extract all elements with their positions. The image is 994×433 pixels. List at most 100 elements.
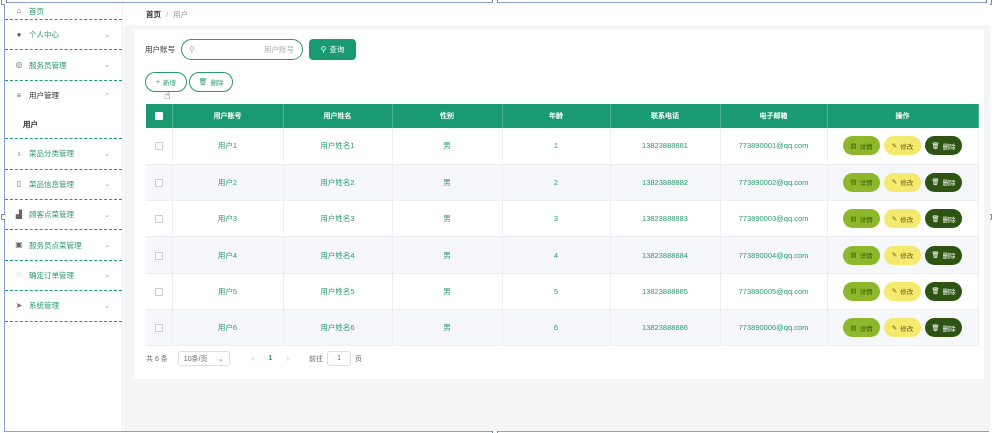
action-row: + 新增 🗑 删除 — [145, 72, 235, 92]
cell-age: 1 — [502, 128, 611, 165]
trash-icon: 🗑 — [931, 215, 940, 223]
detail-button[interactable]: ▤ 详情 — [843, 172, 880, 192]
column-header[interactable]: 用户账号 — [172, 104, 284, 128]
sidebar-item-user-management[interactable]: ≡ 用户管理 ⌃ — [5, 81, 122, 111]
edit-button[interactable]: ✎ 修改 — [884, 245, 921, 265]
sidebar-item-label: 顾客点菜管理 — [29, 210, 74, 220]
trash-icon: 🗑 — [931, 324, 940, 332]
row-delete-button[interactable]: 🗑 删除 — [925, 172, 962, 192]
breadcrumb-home[interactable]: 首页 — [146, 9, 161, 20]
chevron-down-icon: ⌄ — [104, 302, 110, 310]
column-header[interactable]: 年龄 — [502, 104, 611, 128]
sidebar-item-label: 系统管理 — [29, 301, 59, 311]
search-input[interactable] — [182, 40, 302, 59]
row-delete-button[interactable]: 🗑 删除 — [925, 318, 962, 338]
goto-page-input[interactable]: 1 — [327, 351, 352, 366]
query-button-label: 查询 — [329, 45, 345, 54]
cell-age: 6 — [502, 309, 611, 347]
document-icon: ▤ — [850, 215, 857, 223]
row-delete-button[interactable]: 🗑 删除 — [925, 136, 962, 156]
edit-button[interactable]: ✎ 修改 — [884, 172, 921, 192]
page-size-select[interactable]: 10条/页 ⌄ — [177, 351, 230, 366]
sidebar-item-dish-info-management[interactable]: ▯ 菜品信息管理 ⌄ — [5, 170, 122, 200]
prev-page-icon[interactable]: ‹ — [252, 354, 255, 363]
delete-button[interactable]: 🗑 删除 — [189, 72, 233, 92]
cell-email: 773890002@qq.com — [720, 164, 828, 202]
search-icon: ⚲ — [189, 45, 195, 54]
sidebar-item-label: 个人中心 — [29, 30, 59, 40]
mic-icon: ♁ — [16, 148, 22, 158]
cell-account: 用户4 — [172, 236, 284, 274]
column-header[interactable]: 联系电话 — [610, 104, 721, 128]
cell-phone: 13823888882 — [610, 164, 721, 202]
sidebar-item-waiter-order-management[interactable]: ▣ 服务员点菜管理 ⌄ — [5, 230, 122, 261]
sidebar-subitem-user[interactable]: 用户 — [5, 111, 122, 140]
hand-cursor-icon: ☝ — [164, 90, 171, 102]
detail-button[interactable]: ▤ 详情 — [843, 209, 880, 229]
detail-button[interactable]: ▤ 详情 — [843, 281, 880, 301]
row-checkbox[interactable] — [154, 178, 163, 187]
cell-email: 773890005@qq.com — [720, 273, 828, 310]
add-button-label: 新增 — [163, 80, 177, 87]
sidebar-item-label: 确定订单管理 — [29, 270, 74, 280]
edit-button[interactable]: ✎ 修改 — [884, 318, 921, 338]
document-icon: ▤ — [850, 324, 857, 332]
cell-phone: 13823888886 — [610, 309, 721, 347]
sidebar-item-waiter-management[interactable]: ◎ 服务员管理 ⌄ — [5, 50, 122, 81]
row-checkbox[interactable] — [154, 324, 163, 333]
chevron-down-icon: ⌄ — [104, 242, 110, 250]
cell-age: 4 — [502, 236, 611, 274]
sidebar-item-label: 服务员管理 — [29, 60, 67, 70]
select-all-checkbox-cell[interactable] — [146, 104, 173, 128]
column-header[interactable]: 性别 — [392, 104, 503, 128]
pencil-icon: ✎ — [891, 288, 898, 296]
cell-phone: 13823888885 — [610, 273, 721, 310]
sidebar-item-confirm-order-management[interactable]: ◌ 确定订单管理 ⌄ — [5, 261, 122, 292]
sidebar-item-dish-category-management[interactable]: ♁ 菜品分类管理 ⌄ — [5, 139, 122, 170]
sidebar-item-personal-center[interactable]: ● 个人中心 ⌄ — [5, 20, 122, 51]
row-delete-button[interactable]: 🗑 删除 — [925, 209, 962, 229]
edit-button[interactable]: ✎ 修改 — [884, 209, 921, 229]
breadcrumb: 首页 / 用户 — [124, 3, 990, 25]
column-header[interactable]: 电子邮箱 — [720, 104, 828, 128]
cell-account: 用户5 — [172, 273, 284, 310]
edit-button[interactable]: ✎ 修改 — [884, 281, 921, 301]
sidebar: ⌂ 首页 ● 个人中心 ⌄ ◎ 服务员管理 ⌄ ≡ 用户管理 ⌃ 用户 ♁ 菜品… — [5, 3, 123, 431]
row-checkbox[interactable] — [154, 142, 163, 151]
row-checkbox[interactable] — [154, 287, 163, 296]
query-button[interactable]: ⚲ 查询 — [309, 39, 356, 60]
cell-name: 用户姓名2 — [283, 164, 393, 202]
detail-button[interactable]: ▤ 详情 — [843, 318, 880, 338]
table-row: 用户1 用户姓名1 男 1 13823888881 773890001@qq.c… — [146, 128, 979, 165]
sidebar-item-customer-order-management[interactable]: ▟ 顾客点菜管理 ⌄ — [5, 200, 122, 231]
pencil-icon: ✎ — [891, 324, 898, 332]
page-number-current[interactable]: 1 — [268, 355, 272, 362]
search-row: 用户账号 ⚲ ⚲ 查询 — [145, 39, 356, 60]
column-header[interactable]: 用户姓名 — [283, 104, 393, 128]
detail-button[interactable]: ▤ 详情 — [843, 245, 880, 265]
select-all-checkbox[interactable] — [154, 112, 163, 120]
row-checkbox[interactable] — [154, 215, 163, 224]
detail-button[interactable]: ▤ 详情 — [843, 136, 880, 156]
document-icon: ▤ — [850, 288, 857, 296]
document-icon: ▤ — [850, 252, 857, 260]
dial-icon: ◌ — [16, 270, 22, 280]
row-delete-button[interactable]: 🗑 删除 — [925, 245, 962, 265]
cell-phone: 13823888884 — [610, 236, 721, 274]
pencil-icon: ✎ — [891, 252, 898, 260]
search-input-wrapper[interactable]: ⚲ — [181, 39, 303, 60]
chevron-down-icon: ⌄ — [104, 31, 110, 39]
user-icon: ● — [16, 29, 22, 39]
cell-account: 用户2 — [172, 164, 284, 202]
cell-name: 用户姓名3 — [283, 200, 393, 238]
edit-button[interactable]: ✎ 修改 — [884, 136, 921, 156]
phone-icon: ▯ — [16, 179, 22, 189]
next-page-icon[interactable]: › — [286, 354, 289, 363]
sidebar-item-home[interactable]: ⌂ 首页 — [5, 3, 122, 20]
chevron-up-icon: ⌃ — [104, 92, 110, 100]
cell-phone: 13823888881 — [610, 128, 721, 165]
delete-button-label: 删除 — [210, 80, 224, 87]
row-delete-button[interactable]: 🗑 删除 — [925, 281, 962, 301]
row-checkbox[interactable] — [154, 251, 163, 260]
sidebar-item-system-management[interactable]: ➤ 系统管理 ⌄ — [5, 291, 122, 322]
